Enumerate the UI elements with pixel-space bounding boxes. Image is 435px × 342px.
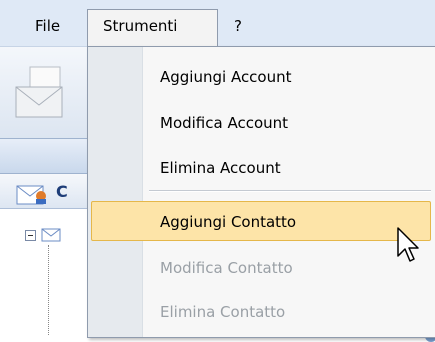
menu-item-label: Modifica Contatto: [160, 259, 293, 277]
menu-help[interactable]: ?: [234, 15, 242, 37]
envelope-icon[interactable]: [12, 65, 72, 127]
menu-item-aggiungi-contatto[interactable]: Aggiungi Contatto: [91, 201, 431, 241]
menu-item-label: Aggiungi Account: [160, 68, 292, 86]
menu-strumenti[interactable]: Strumenti: [103, 15, 177, 37]
menu-separator: [149, 190, 431, 192]
tree-envelope-icon: [41, 227, 61, 247]
menu-bar: File Strumenti ?: [0, 0, 435, 47]
menu-item-modifica-contatto[interactable]: Modifica Contatto: [91, 248, 431, 288]
account-header-label: C: [56, 182, 68, 201]
menu-item-label: Elimina Account: [160, 159, 281, 177]
menu-item-aggiungi-account[interactable]: Aggiungi Account: [91, 57, 431, 97]
menu-item-elimina-contatto[interactable]: Elimina Contatto: [91, 292, 431, 332]
mouse-pointer-icon: [395, 226, 421, 270]
menu-item-elimina-account[interactable]: Elimina Account: [91, 148, 431, 188]
strumenti-dropdown: Aggiungi Account Modifica Account Elimin…: [87, 46, 435, 338]
contact-mail-icon: [16, 183, 50, 209]
tree-connector: [48, 245, 50, 335]
menu-item-label: Modifica Account: [160, 114, 289, 132]
menu-file[interactable]: File: [35, 15, 60, 37]
menu-item-modifica-account[interactable]: Modifica Account: [91, 103, 431, 143]
menu-item-label: Elimina Contatto: [160, 303, 286, 321]
menu-item-label: Aggiungi Contatto: [160, 213, 297, 231]
tree-collapse-toggle[interactable]: [25, 230, 36, 241]
